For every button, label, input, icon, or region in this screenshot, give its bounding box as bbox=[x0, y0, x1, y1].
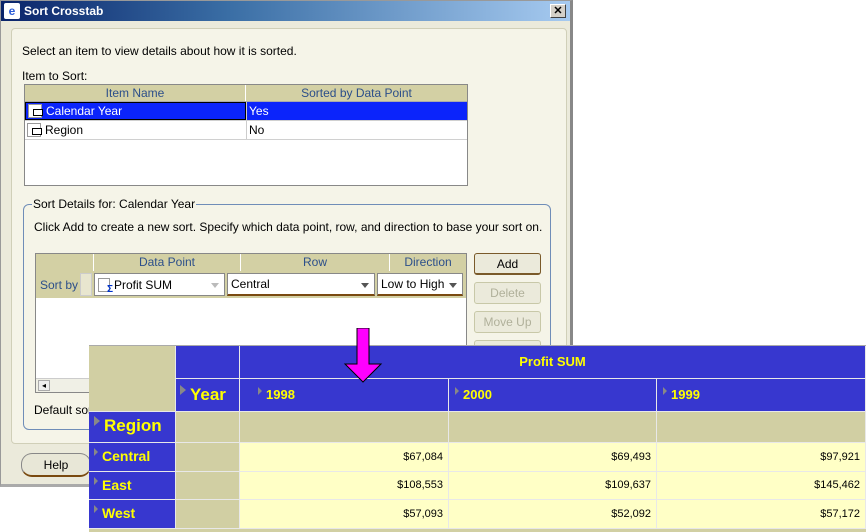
sorted-value: No bbox=[246, 121, 467, 139]
data-cell: $69,493 bbox=[449, 443, 657, 472]
column-header-direction: Direction bbox=[404, 255, 452, 269]
crosstab: Profit SUM Year 1998 2000 1999 Region Ce… bbox=[89, 345, 866, 532]
add-button[interactable]: Add bbox=[474, 253, 541, 275]
expand-icon bbox=[94, 477, 98, 485]
default-sort-label: Default sort bbox=[34, 403, 96, 417]
expand-icon bbox=[258, 387, 262, 395]
column-header-item-name[interactable]: Item Name bbox=[25, 85, 246, 101]
arrow-down-icon bbox=[343, 328, 383, 383]
expand-icon bbox=[94, 416, 100, 426]
data-cell: $109,637 bbox=[449, 472, 657, 500]
dimension-icon bbox=[28, 104, 43, 118]
table-row[interactable]: Region No bbox=[25, 121, 467, 140]
dimension-icon bbox=[27, 123, 42, 137]
expand-icon bbox=[94, 505, 98, 513]
data-cell: $145,462 bbox=[657, 472, 866, 500]
sort-details-description: Click Add to create a new sort. Specify … bbox=[34, 220, 543, 234]
sort-row: Sort by Profit SUM Central Low to High bbox=[36, 271, 466, 298]
data-cell: $108,553 bbox=[240, 472, 449, 500]
column-header-data-point: Data Point bbox=[94, 254, 241, 271]
data-cell: $52,092 bbox=[449, 500, 657, 529]
scroll-left-icon[interactable]: ◂ bbox=[38, 380, 50, 391]
item-name: Calendar Year bbox=[46, 104, 123, 118]
sort-details-legend: Sort Details for: Calendar Year bbox=[32, 197, 197, 211]
row-header[interactable]: East bbox=[89, 472, 176, 500]
expand-icon bbox=[180, 385, 186, 395]
app-icon: e bbox=[4, 3, 20, 19]
row-grip[interactable] bbox=[80, 273, 92, 296]
data-cell: $57,172 bbox=[657, 500, 866, 529]
items-table: Item Name Sorted by Data Point Calendar … bbox=[24, 84, 468, 186]
data-cell: $97,921 bbox=[657, 443, 866, 472]
help-button[interactable]: Help bbox=[21, 453, 91, 477]
items-table-header: Item Name Sorted by Data Point bbox=[25, 85, 467, 102]
measure-icon bbox=[98, 277, 113, 295]
row-header[interactable]: Central bbox=[89, 443, 176, 472]
column-header[interactable]: 1999 bbox=[657, 379, 866, 412]
direction-select[interactable]: Low to High bbox=[377, 273, 463, 296]
chevron-down-icon bbox=[211, 283, 219, 288]
item-to-sort-label: Item to Sort: bbox=[22, 69, 88, 83]
table-row[interactable]: Calendar Year Yes bbox=[25, 102, 467, 121]
column-header-row: Row bbox=[241, 254, 390, 271]
delete-button[interactable]: Delete bbox=[474, 282, 541, 304]
title-bar[interactable]: e Sort Crosstab ✕ bbox=[1, 1, 570, 21]
intro-text: Select an item to view details about how… bbox=[22, 44, 297, 58]
chevron-down-icon bbox=[449, 283, 457, 288]
column-header-sorted-by[interactable]: Sorted by Data Point bbox=[246, 85, 467, 101]
sort-by-label: Sort by bbox=[40, 277, 79, 292]
chevron-down-icon bbox=[361, 283, 369, 288]
measure-header[interactable]: Profit SUM bbox=[240, 346, 866, 379]
region-dimension-header[interactable]: Region bbox=[89, 412, 176, 443]
sorted-value: Yes bbox=[246, 102, 467, 120]
expand-icon bbox=[94, 448, 98, 456]
data-cell: $67,084 bbox=[240, 443, 449, 472]
item-name: Region bbox=[45, 123, 84, 137]
expand-icon bbox=[455, 387, 459, 395]
row-select[interactable]: Central bbox=[227, 273, 375, 296]
crosstab-corner bbox=[89, 346, 176, 412]
year-dimension-header[interactable]: Year bbox=[176, 379, 240, 412]
move-up-button[interactable]: Move Up bbox=[474, 311, 541, 333]
data-point-select[interactable]: Profit SUM bbox=[94, 273, 225, 296]
dialog-title: Sort Crosstab bbox=[24, 4, 104, 18]
column-header[interactable]: 2000 bbox=[449, 379, 657, 412]
expand-icon bbox=[663, 387, 667, 395]
data-cell: $57,093 bbox=[240, 500, 449, 529]
close-button[interactable]: ✕ bbox=[550, 4, 566, 18]
row-header[interactable]: West bbox=[89, 500, 176, 529]
